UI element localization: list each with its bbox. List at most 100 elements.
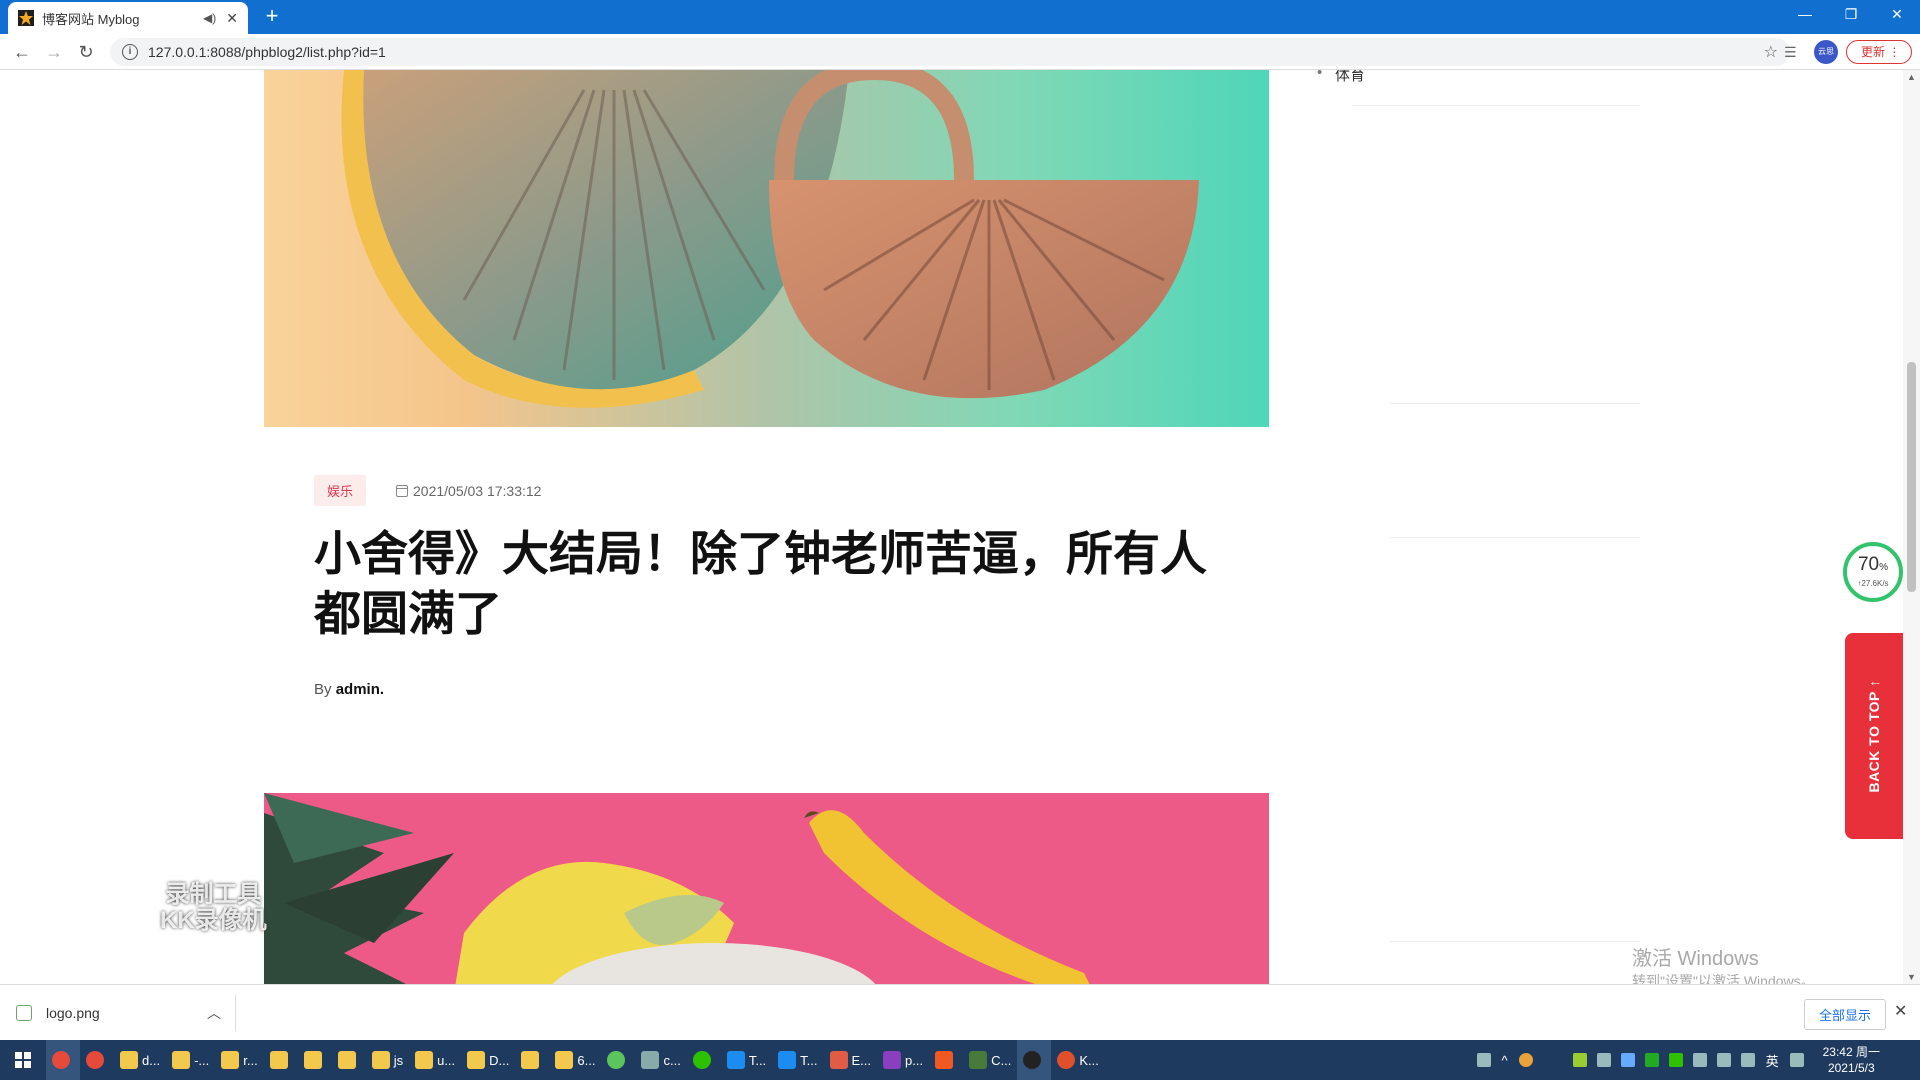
reading-list-icon[interactable]: ☰ <box>1784 40 1804 64</box>
post-author[interactable]: admin. <box>336 681 384 698</box>
page-scrollbar[interactable]: ▲ ▼ <box>1903 70 1920 984</box>
tray-icon[interactable] <box>1620 1053 1635 1067</box>
taskbar-item[interactable]: d... <box>114 1040 166 1080</box>
post-title[interactable]: 小舍得》大结局！除了钟老师苦逼，所有人都圆满了 <box>314 525 1244 645</box>
chevron-up-icon[interactable]: ︿ <box>207 1003 221 1023</box>
taskbar-item[interactable]: E... <box>824 1040 878 1080</box>
taskbar-chrome[interactable] <box>80 1040 114 1080</box>
info-icon[interactable]: i <box>122 44 138 60</box>
network-speed-gauge[interactable]: 70% ↑27.6K/s <box>1843 542 1903 602</box>
chevron-up-icon[interactable]: ^ <box>1502 1053 1508 1068</box>
folder-icon <box>521 1051 540 1069</box>
scroll-thumb[interactable] <box>1907 362 1916 592</box>
network-icon[interactable] <box>1692 1053 1707 1067</box>
taskbar-item[interactable]: u... <box>409 1040 461 1080</box>
folder-icon <box>269 1051 288 1069</box>
close-window-icon[interactable]: ✕ <box>1874 0 1920 30</box>
banana-illustration <box>264 793 1090 984</box>
taskbar-item[interactable]: -... <box>166 1040 215 1080</box>
download-bar: logo.png ︿ 全部显示 ✕ <box>0 984 1920 1040</box>
folder-icon <box>221 1051 240 1069</box>
taskbar-clock[interactable]: 23:42 周一 2021/5/3 <box>1823 1044 1880 1076</box>
favicon-icon <box>18 10 34 26</box>
app-icon <box>607 1051 626 1069</box>
show-all-downloads-button[interactable]: 全部显示 <box>1804 999 1887 1030</box>
calendar-icon <box>396 484 409 497</box>
app-icon <box>969 1051 988 1069</box>
taskbar-item[interactable]: C... <box>963 1040 1017 1080</box>
taskbar-item[interactable]: T... <box>772 1040 823 1080</box>
avatar[interactable]: 云思 <box>1814 40 1838 64</box>
system-tray: ^ 英 23:42 周一 2021/5/3 <box>1472 1040 1920 1080</box>
scroll-down-icon[interactable]: ▼ <box>1907 972 1916 982</box>
taskbar-item[interactable] <box>332 1040 366 1080</box>
back-icon[interactable]: ← <box>10 40 34 64</box>
restore-icon[interactable]: ❐ <box>1828 0 1874 30</box>
update-button[interactable]: 更新 ⋮ <box>1846 40 1912 64</box>
tray-icon[interactable] <box>1476 1053 1491 1067</box>
taskbar-item[interactable] <box>929 1040 963 1080</box>
download-file-name: logo.png <box>46 1005 100 1021</box>
taskbar-item[interactable]: r... <box>215 1040 263 1080</box>
taskbar-item[interactable] <box>1017 1040 1052 1080</box>
back-to-top-button[interactable]: BACK TO TOP ↑ <box>1845 633 1903 839</box>
tab-title: 博客网站 Myblog <box>42 11 140 27</box>
taskbar-item[interactable] <box>601 1040 635 1080</box>
taskbar-item[interactable]: c... <box>635 1040 686 1080</box>
folder-icon <box>172 1051 191 1069</box>
tray-icon[interactable] <box>1596 1053 1611 1067</box>
sublime-icon <box>935 1051 954 1069</box>
category-badge[interactable]: 娱乐 <box>314 475 367 506</box>
sidebar-divider <box>1390 941 1640 942</box>
wechat-tray-icon[interactable] <box>1668 1053 1683 1067</box>
tray-icon[interactable] <box>1644 1053 1659 1067</box>
post-image-banana[interactable] <box>264 793 1269 984</box>
taskbar-item[interactable]: T... <box>721 1040 772 1080</box>
taskbar-item[interactable]: js <box>366 1040 409 1080</box>
reload-icon[interactable]: ↻ <box>74 40 98 64</box>
folder-icon <box>337 1051 356 1069</box>
back-to-top-label: BACK TO TOP ↑ <box>1866 679 1882 793</box>
taskbar-item[interactable]: K... <box>1051 1040 1105 1080</box>
tray-icon[interactable] <box>1518 1053 1533 1067</box>
keyboard-icon[interactable] <box>1789 1053 1804 1067</box>
close-download-bar-icon[interactable]: ✕ <box>1894 1001 1907 1021</box>
post-image-bags[interactable] <box>264 70 1269 427</box>
sidebar-divider <box>1390 537 1640 538</box>
new-tab-button[interactable]: + <box>260 5 284 29</box>
post-meta: 娱乐 2021/05/03 17:33:12 <box>314 475 541 506</box>
app-icon <box>726 1051 745 1069</box>
folder-icon <box>467 1051 486 1069</box>
chrome-icon <box>52 1051 70 1069</box>
download-item[interactable]: logo.png ︿ <box>16 995 236 1031</box>
by-label: By <box>314 681 332 698</box>
activate-windows-notice: 激活 Windows 转到"设置"以激活 Windows。 <box>1632 948 1815 984</box>
app-icon <box>829 1051 848 1069</box>
taskbar-item[interactable]: p... <box>877 1040 929 1080</box>
taskbar-item[interactable]: D... <box>461 1040 515 1080</box>
volume-icon[interactable] <box>1740 1053 1755 1067</box>
scroll-up-icon[interactable]: ▲ <box>1907 72 1916 82</box>
post-date: 2021/05/03 17:33:12 <box>396 483 541 499</box>
taskbar-item[interactable] <box>298 1040 332 1080</box>
tray-icon[interactable] <box>1572 1053 1587 1067</box>
address-bar[interactable]: i 127.0.0.1:8088/phpblog2/list.php?id=1 … <box>110 38 1790 66</box>
start-button[interactable] <box>0 1040 46 1080</box>
browser-tab[interactable]: 博客网站 Myblog ◀) ✕ <box>8 2 248 34</box>
taskbar-item[interactable] <box>264 1040 298 1080</box>
display-icon[interactable] <box>1716 1053 1731 1067</box>
close-tab-icon[interactable]: ✕ <box>226 10 238 27</box>
bookmark-star-icon[interactable]: ☆ <box>1764 42 1778 62</box>
folder-icon <box>555 1051 574 1069</box>
speaker-icon[interactable]: ◀) <box>203 11 216 25</box>
taskbar-chrome-active[interactable] <box>46 1040 80 1080</box>
taskbar-wechat[interactable] <box>687 1040 721 1080</box>
taskbar-item[interactable]: 6... <box>549 1040 601 1080</box>
ime-indicator[interactable]: 英 <box>1766 1051 1779 1070</box>
minimize-icon[interactable]: — <box>1782 0 1828 30</box>
taskbar-item[interactable] <box>515 1040 549 1080</box>
sidebar-category-item[interactable]: 体育 <box>1317 70 1365 85</box>
gauge-percent: 70% <box>1857 554 1889 575</box>
forward-icon[interactable]: → <box>42 40 66 64</box>
recorder-watermark: 录制工具 KK录像机 <box>160 881 267 934</box>
